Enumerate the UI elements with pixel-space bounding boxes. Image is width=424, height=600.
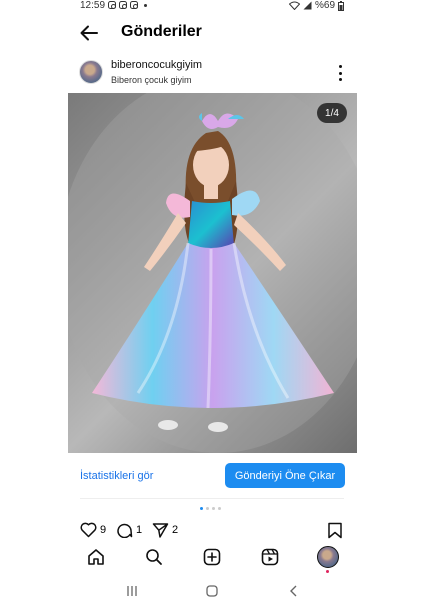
add-post-icon [203,548,221,566]
notification-icons [108,1,147,9]
boost-post-button[interactable]: Gönderiyi Öne Çıkar [225,463,345,488]
post-header: biberoncocukgiyim Biberon çocuk giyim [0,58,424,92]
post-actions: 9 1 2 [0,520,424,542]
comment-icon [117,523,133,538]
top-app-bar: Gönderiler [0,14,424,52]
instagram-notification-icon [119,1,127,9]
reels-icon [261,548,279,566]
signal-icon [303,1,312,10]
share-count: 2 [172,524,179,536]
status-bar: 12:59 %69 [0,0,424,14]
heart-icon [80,522,97,538]
nav-home[interactable] [86,547,106,567]
share-icon [152,523,169,538]
more-options-icon[interactable] [334,65,346,81]
share-button[interactable]: 2 [152,522,178,538]
instagram-notification-icon [130,1,138,9]
battery-icon [338,0,344,11]
nav-reels[interactable] [260,547,280,567]
system-navigation-bar [0,583,424,600]
post-image[interactable] [68,93,357,453]
like-button[interactable]: 9 [80,522,106,538]
more-notifications-dot-icon [144,3,147,7]
battery-percent: %69 [314,0,335,11]
nav-create[interactable] [202,547,222,567]
carousel-dot-active [200,507,203,510]
recent-apps-icon[interactable] [126,585,138,597]
status-time: 12:59 [80,0,106,11]
wifi-icon [288,1,300,10]
page-title: Gönderiler [121,23,202,40]
back-arrow-icon[interactable] [79,23,99,43]
instagram-notification-icon [108,1,116,9]
girl-in-tulle-dress-illustration [68,93,357,453]
image-counter-badge: 1/4 [317,103,347,123]
carousel-dot [218,507,221,510]
view-insights-link[interactable]: İstatistikleri gör [80,470,153,482]
nav-profile-avatar[interactable] [317,546,339,568]
post-username[interactable]: biberoncocukgiyim [111,59,202,71]
status-right: %69 [288,0,344,11]
comment-count: 1 [136,524,143,536]
search-icon [146,549,162,565]
avatar[interactable] [79,60,103,84]
home-icon [88,549,104,565]
bottom-nav [0,543,424,573]
post-subtitle: Biberon çocuk giyim [111,75,192,85]
carousel-dot [206,507,209,510]
like-count: 9 [100,524,107,536]
nav-search[interactable] [144,547,164,567]
divider [80,498,344,499]
comment-button[interactable]: 1 [116,522,142,538]
home-button-icon[interactable] [206,585,218,597]
back-button-icon[interactable] [288,585,300,597]
bookmark-icon[interactable] [327,522,343,539]
carousel-dot [212,507,215,510]
profile-notification-dot [326,570,329,573]
carousel-indicator [200,507,221,510]
